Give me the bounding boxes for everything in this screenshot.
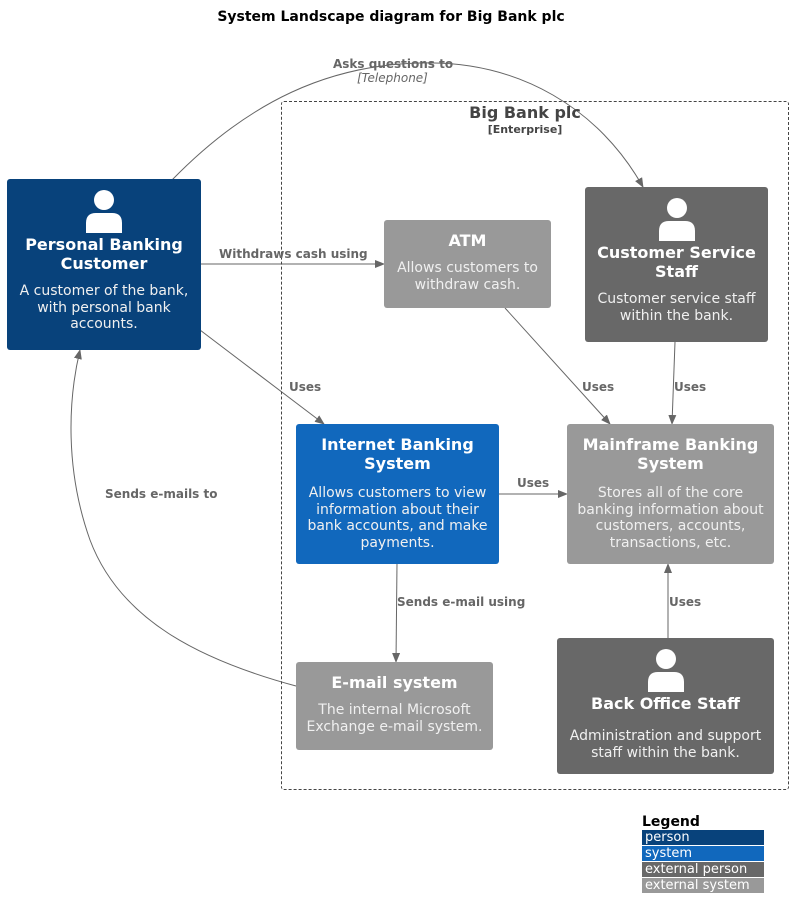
node-atm[interactable]: ATM Allows customers to withdraw cash. [384,220,551,308]
rel-label-withdraws-cash: Withdraws cash using [219,247,368,261]
node-description: A customer of the bank, with personal ba… [19,283,189,332]
node-name: E-mail system [331,673,458,692]
rel-tech-telephone: [Telephone] [357,71,428,85]
node-description: Administration and support staff within … [569,728,762,761]
legend: Legend person system external person ext… [642,814,764,894]
node-name: Internet Banking System [321,435,474,473]
node-personal-banking-customer[interactable]: Personal Banking Customer A customer of … [7,179,201,350]
legend-title: Legend [642,814,700,830]
rel-label-sends-email-using: Sends e-mail using [397,595,526,609]
legend-item-person: person [642,830,764,845]
node-name: Back Office Staff [591,694,740,713]
node-mainframe-banking-system[interactable]: Mainframe Banking System Stores all of t… [567,424,774,564]
rel-label-atm-uses-mainframe: Uses [582,380,615,394]
person-icon [86,190,122,233]
node-description: Stores all of the core banking informati… [577,485,764,551]
node-customer-service-staff[interactable]: Customer Service Staff Customer service … [585,187,768,342]
rel-label-bo-uses-mainframe: Uses [669,595,702,609]
boundary-title: Big Bank plc [469,103,581,122]
node-back-office-staff[interactable]: Back Office Staff Administration and sup… [557,638,774,774]
legend-item-external-system: external system [642,878,764,893]
diagram-title: System Landscape diagram for Big Bank pl… [217,9,565,25]
node-name: ATM [448,231,487,250]
node-email-system[interactable]: E-mail system The internal Microsoft Exc… [296,662,493,750]
rel-label-sends-emails-to: Sends e-mails to [105,487,218,501]
node-description: The internal Microsoft Exchange e-mail s… [306,702,483,735]
rel-label-asks-questions: Asks questions to [333,57,454,71]
legend-item-system: system [642,846,764,861]
edge-email-to-customer[interactable] [70,349,297,687]
rel-label-ib-uses-mainframe: Uses [517,476,550,490]
legend-item-external-person: external person [642,862,764,877]
node-name: Customer Service Staff [597,243,756,281]
boundary-type: [Enterprise] [487,123,563,136]
node-description: Allows customers to view information abo… [307,485,488,551]
node-name: Personal Banking Customer [25,235,183,273]
rel-label-cs-uses-mainframe: Uses [674,380,707,394]
node-name: Mainframe Banking System [582,435,759,473]
rel-label-customer-uses-ib: Uses [289,380,322,394]
person-icon [647,649,684,692]
person-icon [658,198,695,241]
node-internet-banking-system[interactable]: Internet Banking System Allows customers… [296,424,499,564]
node-description: Allows customers to withdraw cash. [397,260,538,293]
node-description: Customer service staff within the bank. [597,291,756,324]
